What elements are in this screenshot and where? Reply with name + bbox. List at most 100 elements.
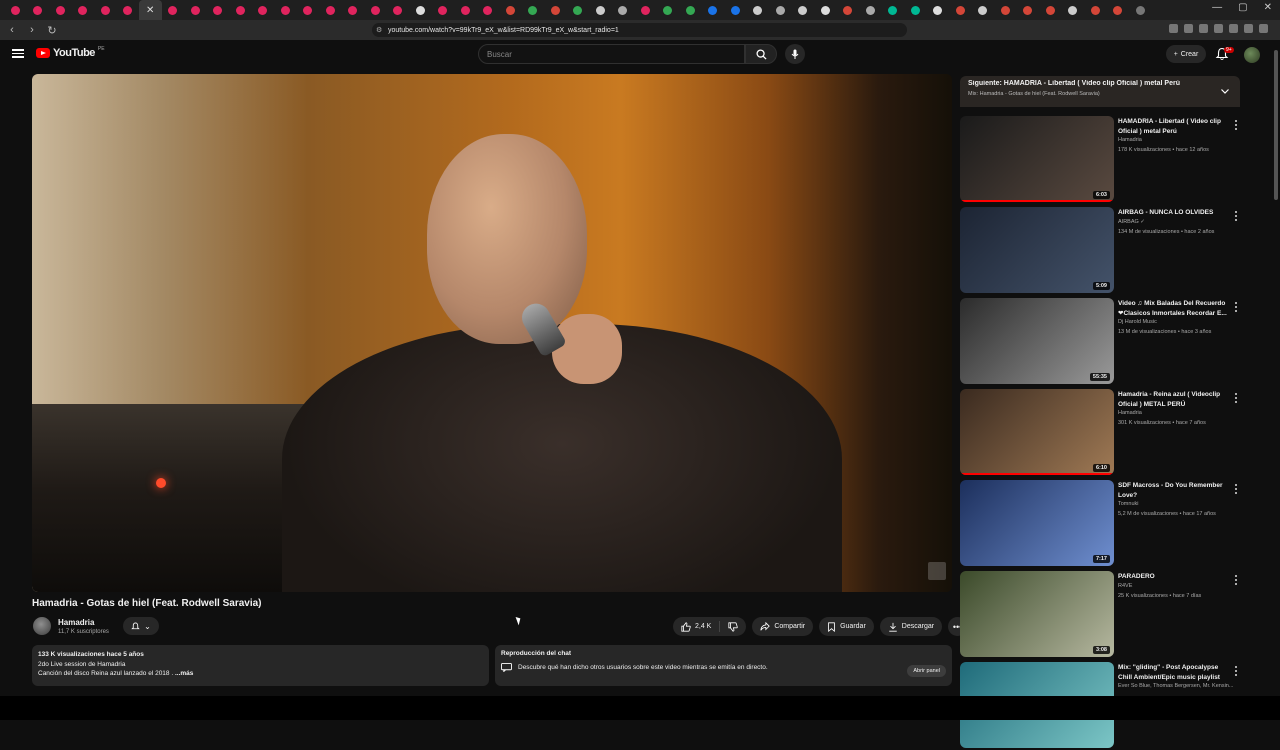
maximize-icon[interactable]: ▢: [1238, 2, 1247, 13]
video-thumbnail[interactable]: 5:09: [960, 207, 1114, 293]
close-tab-icon[interactable]: ✕: [146, 5, 154, 16]
browser-tab[interactable]: [229, 0, 252, 20]
youtube-logo[interactable]: YouTube PE: [36, 46, 105, 59]
search-button[interactable]: [745, 44, 777, 64]
more-vertical-icon[interactable]: [1233, 120, 1239, 130]
share-button[interactable]: Compartir: [752, 617, 814, 636]
recommendation-item[interactable]: 6:03 HAMADRIA - Libertad ( Video clip Ofi…: [960, 116, 1240, 204]
forward-icon[interactable]: ›: [24, 24, 40, 36]
browser-tab[interactable]: [184, 0, 207, 20]
channel-watermark[interactable]: [928, 562, 946, 580]
show-more-link[interactable]: ...más: [175, 670, 193, 677]
browser-tab[interactable]: [432, 0, 455, 20]
browser-tab[interactable]: [117, 0, 140, 20]
browser-tab[interactable]: [972, 0, 995, 20]
browser-tab[interactable]: [1062, 0, 1085, 20]
url-field[interactable]: ⚙ youtube.com/watch?v=99kTr9_eX_w&list=R…: [372, 23, 907, 37]
browser-tab[interactable]: [297, 0, 320, 20]
browser-tab[interactable]: [927, 0, 950, 20]
recommendation-title[interactable]: Mix: "gliding" - Post Apocalypse Chill A…: [1118, 663, 1230, 682]
browser-tab[interactable]: [747, 0, 770, 20]
channel-name[interactable]: Hamadria: [58, 618, 94, 627]
browser-tab[interactable]: [27, 0, 50, 20]
recommendation-title[interactable]: Hamadria - Reina azul ( Videoclip Oficia…: [1118, 390, 1230, 409]
browser-tab[interactable]: [882, 0, 905, 20]
extension-icon[interactable]: [1214, 24, 1223, 33]
chevron-down-icon[interactable]: [1220, 86, 1230, 96]
create-button[interactable]: + Crear: [1166, 45, 1206, 63]
extension-icon[interactable]: [1244, 24, 1253, 33]
more-vertical-icon[interactable]: [1233, 575, 1239, 585]
browser-tab[interactable]: [1017, 0, 1040, 20]
browser-tab[interactable]: [499, 0, 522, 20]
browser-tab[interactable]: [837, 0, 860, 20]
browser-tab[interactable]: [814, 0, 837, 20]
browser-tab[interactable]: [1129, 0, 1152, 20]
browser-tab[interactable]: [657, 0, 680, 20]
more-vertical-icon[interactable]: [1233, 484, 1239, 494]
extension-icon[interactable]: [1184, 24, 1193, 33]
description-box[interactable]: 133 K visualizaciones hace 5 años 2do Li…: [32, 645, 489, 686]
account-avatar[interactable]: [1244, 47, 1260, 63]
browser-tab[interactable]: [207, 0, 230, 20]
recommendation-item[interactable]: 3:08 PARADERO R4VE 25 K visualizaciones • h…: [960, 571, 1240, 659]
browser-tab[interactable]: [634, 0, 657, 20]
recommendation-item[interactable]: 55:35 Video ♫ Mix Baladas Del Recuerdo ❤C…: [960, 298, 1240, 386]
browser-tab[interactable]: [477, 0, 500, 20]
browser-tab[interactable]: [679, 0, 702, 20]
scrollbar-thumb[interactable]: [1274, 50, 1278, 200]
recommendation-item[interactable]: 5:09 AIRBAG - NUNCA LO OLVIDES AIRBAG ✓ 134…: [960, 207, 1240, 295]
browser-tab[interactable]: [252, 0, 275, 20]
extension-icon[interactable]: [1199, 24, 1208, 33]
recommendation-title[interactable]: HAMADRIA - Libertad ( Video clip Oficial…: [1118, 117, 1230, 136]
browser-tab[interactable]: [72, 0, 95, 20]
video-player[interactable]: [32, 74, 952, 592]
browser-tab[interactable]: [792, 0, 815, 20]
browser-tab[interactable]: [769, 0, 792, 20]
recommendation-item[interactable]: 7:17 SDF Macross - Do You Remember Love? T…: [960, 480, 1240, 568]
recommendation-title[interactable]: Video ♫ Mix Baladas Del Recuerdo ❤Clasic…: [1118, 299, 1230, 318]
open-panel-button[interactable]: Abrir panel: [907, 665, 946, 677]
extension-icon[interactable]: [1229, 24, 1238, 33]
voice-search-button[interactable]: [785, 44, 805, 64]
browser-tab[interactable]: [724, 0, 747, 20]
recommendation-channel[interactable]: Dj Harold Music: [1118, 319, 1157, 325]
minimize-icon[interactable]: —: [1212, 2, 1222, 13]
browser-tab[interactable]: [319, 0, 342, 20]
back-icon[interactable]: ‹: [4, 24, 20, 36]
recommendation-title[interactable]: SDF Macross - Do You Remember Love?: [1118, 481, 1230, 500]
recommendation-item[interactable]: 6:10 Hamadria - Reina azul ( Videoclip Of…: [960, 389, 1240, 477]
channel-avatar[interactable]: [33, 617, 51, 635]
browser-tab[interactable]: [454, 0, 477, 20]
video-thumbnail[interactable]: 55:35: [960, 298, 1114, 384]
recommendation-channel[interactable]: AIRBAG ✓: [1118, 219, 1145, 225]
more-vertical-icon[interactable]: [1233, 393, 1239, 403]
browser-tab[interactable]: [589, 0, 612, 20]
browser-tab[interactable]: ✕: [139, 0, 162, 20]
save-button[interactable]: Guardar: [819, 617, 874, 636]
recommendation-title[interactable]: AIRBAG - NUNCA LO OLVIDES: [1118, 208, 1230, 218]
hamburger-menu-icon[interactable]: [12, 47, 24, 59]
browser-tab[interactable]: [409, 0, 432, 20]
extension-icon[interactable]: [1259, 24, 1268, 33]
browser-tab[interactable]: [49, 0, 72, 20]
video-thumbnail[interactable]: 6:10: [960, 389, 1114, 475]
search-input[interactable]: Buscar: [478, 44, 745, 64]
browser-tab[interactable]: [567, 0, 590, 20]
browser-tab[interactable]: [342, 0, 365, 20]
video-thumbnail[interactable]: 7:17: [960, 480, 1114, 566]
close-window-icon[interactable]: ✕: [1264, 2, 1272, 13]
browser-tab[interactable]: [4, 0, 27, 20]
recommendation-channel[interactable]: R4VE: [1118, 583, 1132, 589]
video-thumbnail[interactable]: 3:08: [960, 571, 1114, 657]
recommendation-channel[interactable]: Hamadria: [1118, 410, 1142, 416]
recommendation-channel[interactable]: Ever So Blue, Thomas Bergersen, Mr. Kens…: [1118, 683, 1233, 689]
recommendation-title[interactable]: PARADERO: [1118, 572, 1230, 582]
video-thumbnail[interactable]: 6:03: [960, 116, 1114, 202]
browser-tab[interactable]: [1039, 0, 1062, 20]
browser-tab[interactable]: [702, 0, 725, 20]
more-vertical-icon[interactable]: [1233, 666, 1239, 676]
browser-tab[interactable]: [387, 0, 410, 20]
dislike-button[interactable]: [720, 617, 746, 636]
site-info-icon[interactable]: ⚙: [376, 26, 382, 34]
